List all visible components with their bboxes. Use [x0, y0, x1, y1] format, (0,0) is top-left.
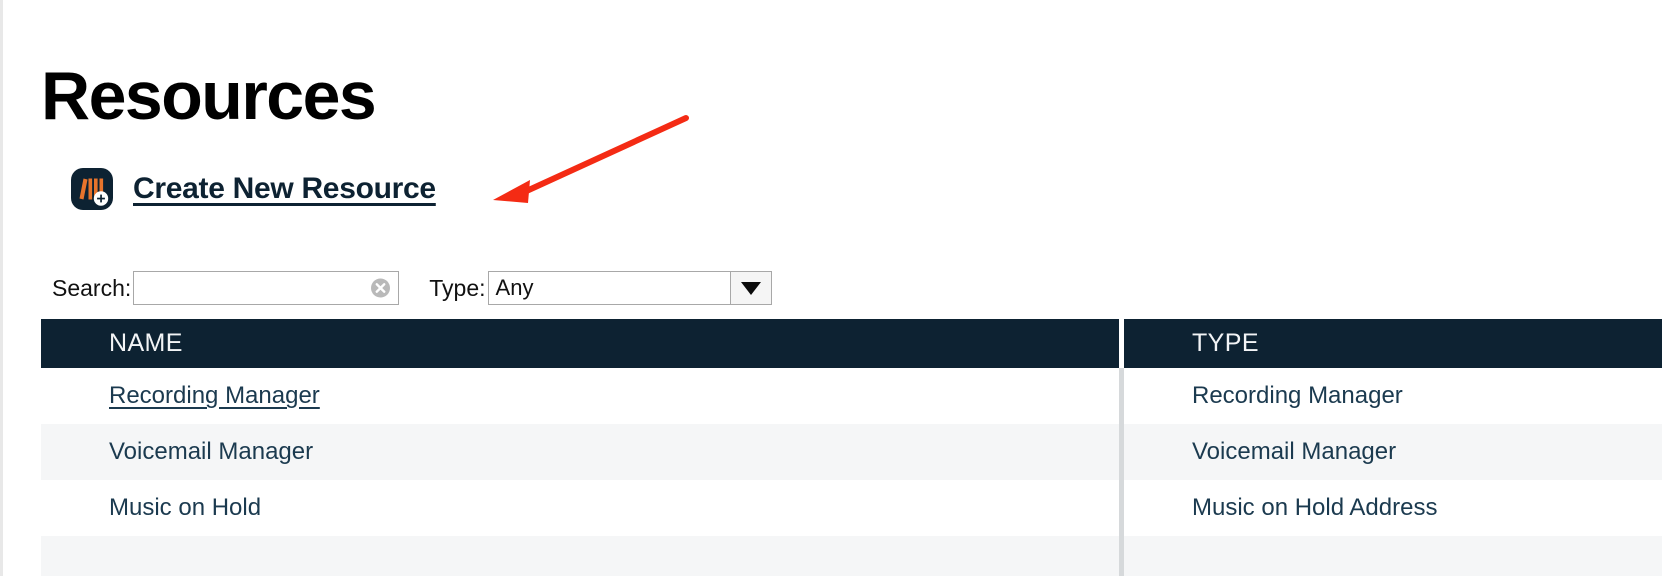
resources-page: Resources Create New Resource Search: Ty…	[0, 0, 1662, 576]
cell-name: Music on Hold	[41, 480, 1119, 536]
clear-circle-icon[interactable]	[370, 278, 391, 299]
left-gutter	[0, 0, 3, 576]
create-new-resource-row[interactable]: Create New Resource	[70, 167, 436, 211]
column-header-type[interactable]: TYPE	[1124, 319, 1662, 368]
search-label: Search:	[52, 274, 132, 301]
type-select-value[interactable]: Any	[487, 271, 731, 305]
cell-name: Voicemail Manager	[41, 424, 1119, 480]
cell-type: Recording Manager	[1192, 382, 1403, 409]
cell-type: Voicemail Manager	[1192, 438, 1397, 465]
cell-type: Music on Hold Address	[1192, 494, 1438, 521]
search-input[interactable]	[134, 272, 399, 304]
create-new-resource-link[interactable]: Create New Resource	[133, 172, 436, 206]
filter-bar: Search: Type: Any	[52, 271, 772, 305]
cell-name: Recording Manager	[41, 368, 1119, 424]
search-field-wrapper[interactable]	[133, 271, 400, 305]
resource-name-link[interactable]: Voicemail Manager	[109, 438, 313, 466]
table-row[interactable]: Music on Hold Music on Hold Address	[41, 480, 1662, 536]
table-row[interactable]	[41, 536, 1662, 576]
chevron-down-icon[interactable]	[730, 271, 772, 305]
cell-type	[1124, 536, 1662, 576]
table-row[interactable]: Recording Manager Recording Manager	[41, 368, 1662, 424]
cell-name	[41, 536, 1119, 576]
red-annotation-arrow	[480, 112, 690, 212]
resource-name-link[interactable]: Music on Hold	[109, 494, 261, 522]
type-label: Type:	[429, 274, 486, 301]
resource-name-link[interactable]: Recording Manager	[109, 382, 320, 410]
type-select[interactable]: Any	[487, 271, 772, 305]
table-header-row: NAME TYPE	[41, 319, 1662, 368]
resource-books-add-icon	[70, 167, 114, 211]
page-title: Resources	[41, 58, 377, 134]
resources-table: NAME TYPE Recording Manager Recording Ma…	[41, 319, 1662, 576]
column-header-name[interactable]: NAME	[41, 319, 1119, 368]
table-row[interactable]: Voicemail Manager Voicemail Manager	[41, 424, 1662, 480]
